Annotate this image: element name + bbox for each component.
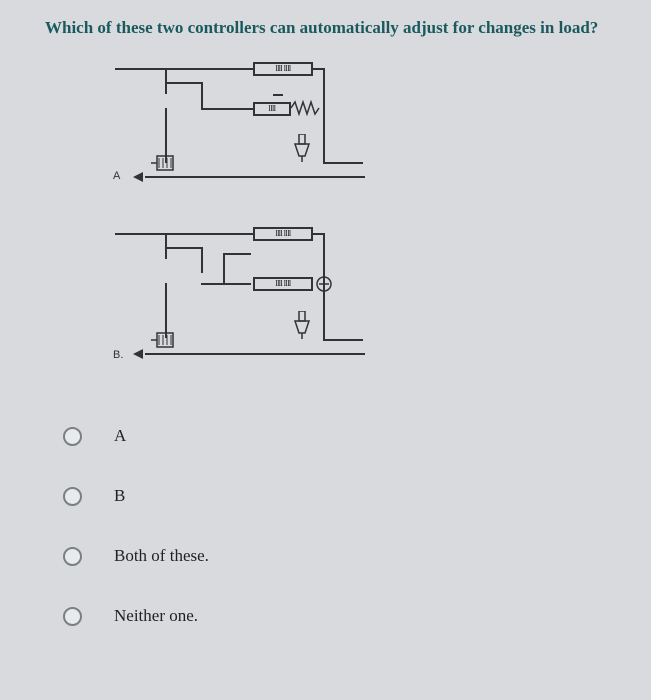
option-label: B <box>114 486 125 506</box>
option-neither[interactable]: Neither one. <box>63 606 606 626</box>
option-both[interactable]: Both of these. <box>63 546 606 566</box>
radio-a[interactable] <box>63 427 82 446</box>
circuit-b: llll llll llll llll <box>105 221 365 371</box>
radio-both[interactable] <box>63 547 82 566</box>
label-a: A <box>113 170 120 182</box>
question-text: Which of these two controllers can autom… <box>45 18 606 38</box>
circuit-a: llll llll llll <box>105 56 365 206</box>
controller-diagram: llll llll llll <box>105 56 385 396</box>
option-label: A <box>114 426 126 446</box>
label-b: B. <box>113 349 123 361</box>
option-a[interactable]: A <box>63 426 606 446</box>
radio-b[interactable] <box>63 487 82 506</box>
radio-neither[interactable] <box>63 607 82 626</box>
option-label: Both of these. <box>114 546 209 566</box>
option-label: Neither one. <box>114 606 198 626</box>
answer-options: A B Both of these. Neither one. <box>63 426 606 626</box>
option-b[interactable]: B <box>63 486 606 506</box>
